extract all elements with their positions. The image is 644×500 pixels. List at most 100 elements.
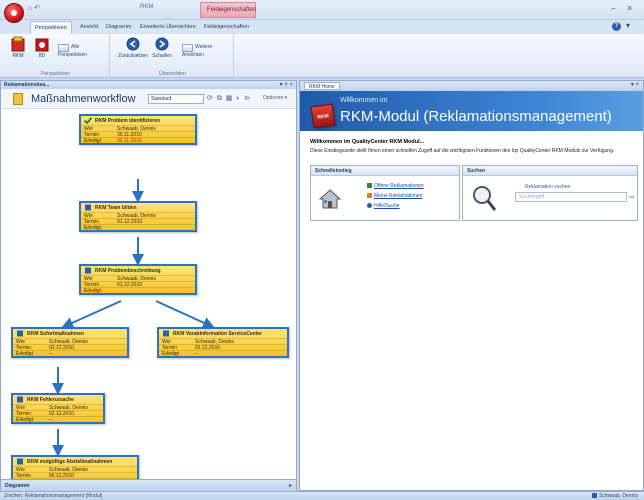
task-icon bbox=[17, 396, 23, 403]
workflow-node-title: RKM Fehlerursache bbox=[13, 395, 103, 404]
link-help-search[interactable]: Hilfe/Suche bbox=[367, 203, 400, 209]
workflow-node-row: Termin 06.12.2010 bbox=[13, 472, 137, 479]
back-arrow-icon bbox=[126, 37, 140, 51]
search-panel: Suchen Reklamation suchen Suchbegriff ⇨ bbox=[462, 165, 638, 221]
workflow-field-label: Wer bbox=[162, 339, 172, 345]
switch-view-button[interactable]: Schalten bbox=[150, 36, 174, 59]
tab-ansicht[interactable]: Ansicht bbox=[76, 21, 102, 34]
workflow-node-title: RKM endgültige Abstellmaßnahmen bbox=[13, 457, 137, 466]
workflow-node[interactable]: RKM Problembeschreibung Wer Schwaab, Denni… bbox=[79, 264, 197, 295]
workflow-node-title-text: RKM Fehlerursache bbox=[27, 397, 74, 403]
link-my-complaints[interactable]: Meine Reklamationen bbox=[367, 193, 422, 199]
workflow-node[interactable]: RKM Team bilden Wer Schwaab, Dennis Termin 0… bbox=[79, 201, 197, 232]
tab-perspektiven[interactable]: Perspektiven bbox=[30, 21, 72, 34]
tab-erweiterte-uebersichten[interactable]: Erweiterte Übersichten bbox=[136, 21, 200, 34]
workflow-toolbar: Maßnahmenworkflow Standard ⟳ ⧉ ▦ ◐ ⊳ Opt… bbox=[1, 89, 296, 109]
workflow-field-value: 01.12.2010 bbox=[195, 345, 221, 351]
all-perspectives-button[interactable]: Alle Perspektiven bbox=[58, 44, 106, 58]
workflow-node[interactable]: RKM endgültige Abstellmaßnahmen Wer Schwaa… bbox=[11, 455, 139, 479]
workflow-pane-title: Reklamationsbea... bbox=[4, 82, 50, 88]
check-icon bbox=[84, 117, 92, 124]
scroll-right-icon[interactable]: ▸ bbox=[289, 482, 292, 489]
rkm-logo: RKM bbox=[310, 103, 336, 129]
workflow-node-row: Termin 01.12.2010 bbox=[159, 344, 287, 351]
forward-arrow-icon bbox=[155, 37, 169, 51]
workflow-node-title: RKM Problem identifizieren bbox=[81, 116, 195, 125]
workflow-node-row: Erledigt bbox=[81, 287, 195, 294]
workflow-node-title-text: RKM Sofortmaßnahmen bbox=[27, 331, 84, 337]
window-title: RKM bbox=[140, 4, 154, 10]
options-button[interactable]: Optionen ▾ bbox=[263, 95, 287, 101]
workflow-node-title: RKM Problembeschreibung bbox=[81, 266, 195, 275]
workflow-field-value: 30.11.2010 bbox=[117, 138, 142, 144]
workflow-field-label: Termin bbox=[84, 219, 100, 225]
workflow-node[interactable]: RKM Fehlerursache Wer Schwaab, Dennis Termi… bbox=[11, 393, 105, 424]
ribbon-options-icon[interactable]: ▾ bbox=[626, 21, 630, 30]
help-icon[interactable]: ? bbox=[612, 22, 621, 31]
tab-diagramm-view[interactable]: Diagramm bbox=[5, 483, 29, 489]
ribbon-group-label-perspektiven: Perspektiven bbox=[41, 71, 70, 77]
workflow-field-label: Termin bbox=[16, 473, 32, 479]
link-help-search-label: Hilfe/Suche bbox=[374, 203, 400, 209]
workflow-field-label: Erledigt bbox=[84, 138, 101, 144]
search-input[interactable]: Suchbegriff bbox=[515, 192, 627, 202]
workflow-canvas[interactable]: RKM Problem identifizieren Wer Schwaab, De… bbox=[1, 109, 296, 479]
workflow-node-row: Erledigt -- bbox=[13, 416, 103, 423]
ribbon-group-label-uebersichten: Übersichten bbox=[159, 71, 186, 77]
workflow-node-title-text: RKM endgültige Abstellmaßnahmen bbox=[27, 459, 113, 465]
workflow-field-label: Termin bbox=[84, 282, 100, 288]
workflow-field-value: -- bbox=[49, 351, 53, 357]
workflow-node[interactable]: RKM Vorabinformation ServiceCenter Wer Sch… bbox=[157, 327, 289, 358]
view-select[interactable]: Standard bbox=[148, 94, 204, 104]
reset-view-label: Zurücksetzen bbox=[118, 53, 149, 59]
intro-heading: Willkommen im QualityCenter RKM Modul... bbox=[310, 139, 425, 145]
workflow-field-label: Termin bbox=[162, 345, 178, 351]
workflow-field-value: Schwaab, Dennis bbox=[117, 213, 156, 219]
workflow-node-title: RKM Vorabinformation ServiceCenter bbox=[159, 329, 287, 338]
search-header: Suchen bbox=[463, 166, 637, 176]
workflow-node-row: Termin 01.12.2010 bbox=[81, 218, 195, 225]
workflow-node[interactable]: RKM Sofortmaßnahmen Wer Schwaab, Dennis Ter… bbox=[11, 327, 129, 358]
link-open-complaints[interactable]: Offene Reklamationen bbox=[367, 183, 424, 189]
quick-access-toolbar[interactable]: ⌂ ↶ bbox=[28, 4, 40, 12]
reset-view-button[interactable]: Zurücksetzen bbox=[118, 36, 148, 59]
connector bbox=[61, 300, 122, 329]
status-user-name: Schwaab, Dennis bbox=[599, 493, 638, 499]
workflow-node-row: Wer Schwaab, Dennis bbox=[13, 338, 127, 345]
workflow-node-row: Termin 30.11.2010 bbox=[81, 131, 195, 138]
list-icon bbox=[367, 193, 372, 199]
tab-rkm-home[interactable]: RKM Home bbox=[304, 82, 340, 90]
workflow-node[interactable]: RKM Problem identifizieren Wer Schwaab, De… bbox=[79, 114, 197, 145]
toolbar-icons[interactable]: ⟳ ⧉ ▦ ◐ ⊳ bbox=[207, 94, 251, 103]
pane-controls[interactable]: ▾ × × bbox=[280, 81, 293, 88]
workflow-node-title-text: RKM Team bilden bbox=[95, 205, 137, 211]
workflow-field-value: 01.12.2010 bbox=[117, 282, 143, 288]
search-go-icon[interactable]: ⇨ bbox=[629, 193, 635, 201]
workflow-icon bbox=[13, 93, 23, 105]
ribbon-tab-strip: Perspektiven Ansicht Diagramm Erweiterte… bbox=[0, 20, 644, 34]
minimize-button[interactable]: – bbox=[611, 4, 615, 13]
home-pane-controls[interactable]: ▾ × bbox=[631, 81, 639, 88]
workflow-node-row: Erledigt -- bbox=[13, 350, 127, 357]
workflow-field-value: 30.11.2010 bbox=[117, 132, 142, 138]
rkm-button[interactable]: RKM bbox=[8, 36, 28, 59]
ribbon-group-uebersichten: Zurücksetzen Schalten Weitere Ansichten … bbox=[112, 34, 234, 78]
workflow-field-label: Erledigt bbox=[16, 417, 33, 423]
quick-start-panel: Schnelleinstieg Offene Reklamationen Mei… bbox=[310, 165, 460, 221]
diagram-tab-strip: Diagramm ▸ bbox=[1, 479, 296, 491]
workflow-node-row: Erledigt -- bbox=[159, 350, 287, 357]
8d-button[interactable]: 8D bbox=[32, 36, 52, 59]
more-views-button[interactable]: Weitere Ansichten bbox=[182, 44, 230, 58]
workflow-field-label: Erledigt bbox=[84, 225, 101, 231]
tab-diagramm[interactable]: Diagramm bbox=[102, 21, 135, 34]
workflow-node-title: RKM Sofortmaßnahmen bbox=[13, 329, 127, 338]
workflow-node-row: Termin 02.12.2010 bbox=[13, 410, 103, 417]
link-my-complaints-label: Meine Reklamationen bbox=[374, 193, 423, 199]
close-button[interactable]: × bbox=[627, 3, 632, 13]
tab-feldeigenschaften[interactable]: Feldeigenschaften bbox=[200, 21, 253, 34]
ribbon-group-perspektiven: RKM 8D Alle Perspektiven Perspektiven bbox=[2, 34, 110, 78]
status-bar: Zeichen: Reklamationsmanagement (Modul) … bbox=[0, 491, 644, 500]
workflow-field-label: Erledigt bbox=[162, 351, 179, 357]
workflow-node-row: Termin 01.12.2010 bbox=[81, 281, 195, 288]
app-menu-button[interactable] bbox=[4, 3, 24, 23]
